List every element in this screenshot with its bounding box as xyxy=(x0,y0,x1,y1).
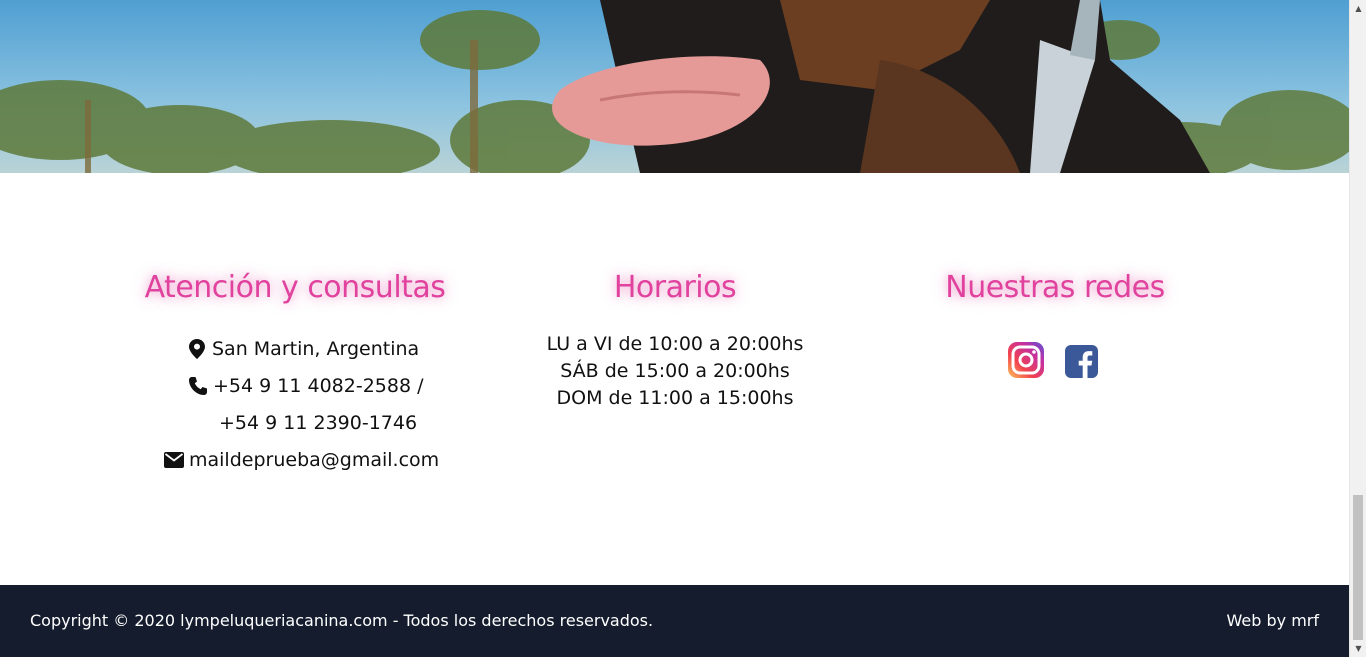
phone-icon xyxy=(187,375,209,397)
map-pin-icon xyxy=(186,338,208,360)
facebook-icon[interactable] xyxy=(1065,345,1098,378)
scroll-up-arrow-icon[interactable]: ▲ xyxy=(1350,0,1366,17)
hero-photo xyxy=(0,0,1349,173)
envelope-icon xyxy=(163,449,185,471)
scroll-down-arrow-icon[interactable]: ▼ xyxy=(1350,640,1366,657)
hours-line: LU a VI de 10:00 a 20:00hs xyxy=(546,333,804,355)
footer-bar: Copyright © 2020 lympeluqueriacanina.com… xyxy=(0,585,1349,657)
vertical-scrollbar[interactable]: ▲ ▼ xyxy=(1349,0,1366,657)
contact-info-section: Atención y consultas San Martin, Argenti… xyxy=(0,173,1349,585)
email-text[interactable]: maildeprueba@gmail.com xyxy=(189,449,439,471)
phone-line-2: +54 9 11 2390-1746 xyxy=(219,412,417,434)
phone-line-1: +54 9 11 4082-2588 / xyxy=(187,375,423,397)
contact-heading: Atención y consultas xyxy=(144,270,446,305)
hours-heading: Horarios xyxy=(613,270,737,305)
credit-link[interactable]: Web by mrf xyxy=(1227,611,1319,630)
phone-text-1[interactable]: +54 9 11 4082-2588 / xyxy=(213,375,423,397)
hours-line: SÁB de 15:00 a 20:00hs xyxy=(560,360,790,382)
email-line: maildeprueba@gmail.com xyxy=(163,449,439,471)
social-heading: Nuestras redes xyxy=(945,270,1165,305)
location-line: San Martin, Argentina xyxy=(186,338,419,360)
dog-photo xyxy=(0,0,1349,173)
location-text: San Martin, Argentina xyxy=(212,338,420,360)
copyright-text: Copyright © 2020 lympeluqueriacanina.com… xyxy=(30,611,654,630)
instagram-icon[interactable] xyxy=(1008,342,1044,378)
hours-line: DOM de 11:00 a 15:00hs xyxy=(556,387,794,409)
phone-text-2[interactable]: +54 9 11 2390-1746 xyxy=(219,412,417,434)
scroll-thumb[interactable] xyxy=(1353,495,1363,640)
